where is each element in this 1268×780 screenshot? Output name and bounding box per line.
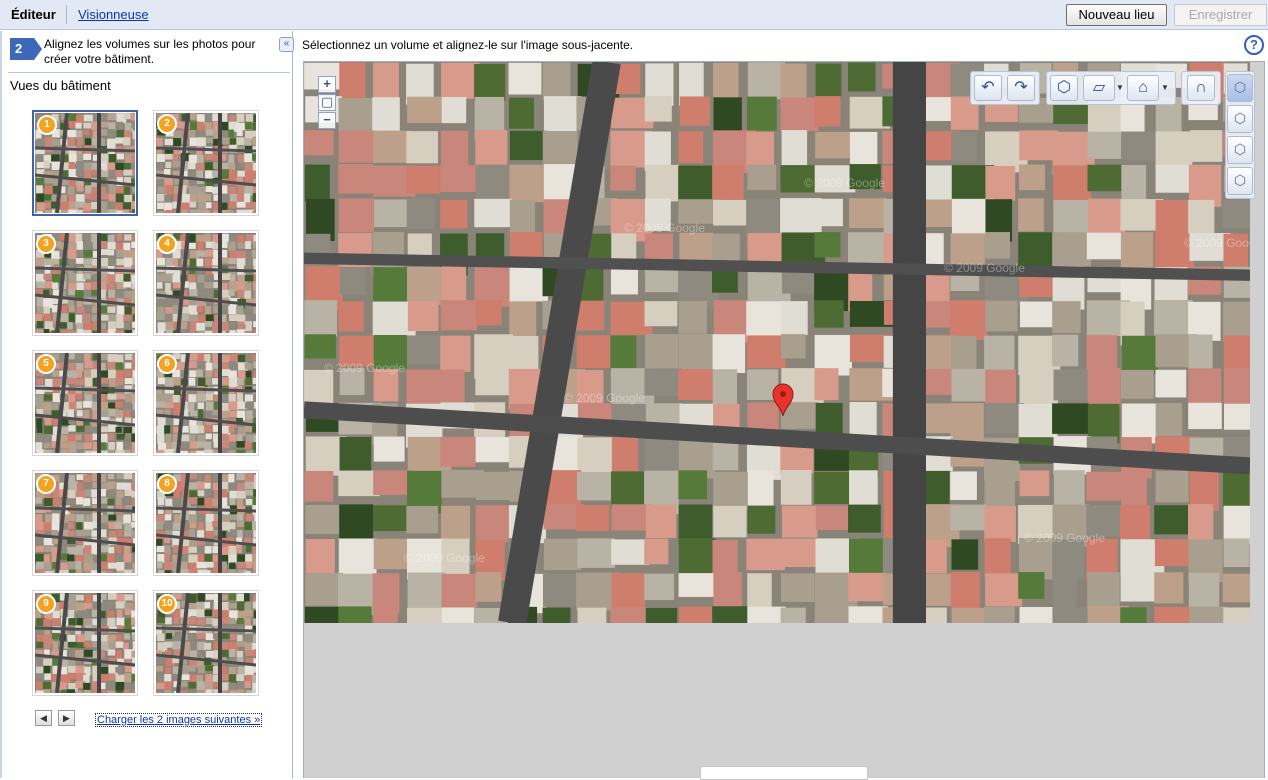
thumbnail-number-badge: 5	[36, 354, 56, 374]
thumbnail-7[interactable]: 7	[32, 470, 138, 576]
google-watermark: © 2009 Google	[1184, 236, 1250, 250]
thumbnail-number-badge: 2	[157, 114, 177, 134]
thumbnail-number-badge: 8	[157, 474, 177, 494]
aerial-photo[interactable]: © 2009 Google © 2009 Google © 2009 Google ©…	[304, 62, 1250, 623]
google-watermark: © 2009 Google	[624, 221, 705, 235]
location-marker-icon[interactable]	[771, 383, 795, 417]
zoom-control: + ▢ −	[318, 76, 336, 132]
thumbnail-9[interactable]: 9	[32, 590, 138, 696]
view-box-1-icon[interactable]: ⬡	[1227, 74, 1253, 102]
view-box-2-icon[interactable]: ⬡	[1227, 105, 1253, 133]
roof-icon[interactable]: ⌂	[1127, 75, 1159, 101]
google-watermark: © 2009 Google	[804, 176, 885, 190]
instruction-text: Sélectionnez un volume et alignez-le sur…	[302, 38, 634, 52]
view-toolbar: ⬡ ⬡ ⬡ ⬡	[1225, 71, 1255, 199]
save-button[interactable]: Enregistrer	[1174, 4, 1267, 26]
thumbnail-number-badge: 6	[157, 354, 177, 374]
collapse-panel-button[interactable]: «	[279, 37, 294, 52]
undo-icon[interactable]: ↶	[974, 75, 1002, 101]
google-watermark: © 2009 Google	[944, 261, 1025, 275]
tab-editor[interactable]: Éditeur	[11, 7, 56, 22]
next-images-button[interactable]: ▶	[58, 710, 75, 726]
shape-toolbar: ⬡ ▱ ▼ ⌂ ▼	[1046, 71, 1176, 105]
thumbnail-4[interactable]: 4	[153, 230, 259, 336]
building-views-title: Vues du bâtiment	[10, 78, 111, 93]
previous-images-button[interactable]: ◀	[35, 710, 52, 726]
help-icon[interactable]: ?	[1244, 35, 1264, 55]
snap-toolbar: ∩	[1181, 71, 1221, 105]
view-box-4-icon[interactable]: ⬡	[1227, 167, 1253, 195]
tab-viewer[interactable]: Visionneuse	[78, 7, 149, 22]
step-instructions: Alignez les volumes sur les photos pour …	[44, 37, 256, 66]
thumbnail-6[interactable]: 6	[153, 350, 259, 456]
thumbnail-5[interactable]: 5	[32, 350, 138, 456]
thumbnail-2[interactable]: 2	[153, 110, 259, 216]
google-watermark: © 2009 Google	[324, 361, 405, 375]
zoom-out-button[interactable]: −	[318, 112, 336, 129]
top-bar: Éditeur Visionneuse Nouveau lieu Enregis…	[0, 0, 1268, 30]
plane-icon[interactable]: ▱	[1083, 75, 1115, 101]
google-watermark: © 2009 Google	[564, 391, 645, 405]
step-badge: 2	[10, 38, 42, 60]
thumbnail-number-badge: 3	[36, 234, 56, 254]
thumbnail-8[interactable]: 8	[153, 470, 259, 576]
google-watermark: © 2009 Google	[1024, 531, 1105, 545]
redo-icon[interactable]: ↷	[1007, 75, 1035, 101]
history-toolbar: ↶ ↷	[970, 71, 1040, 105]
thumbnail-number-badge: 9	[36, 594, 56, 614]
thumbnail-1[interactable]: 1	[32, 110, 138, 216]
editor-viewport: © 2009 Google © 2009 Google © 2009 Google ©…	[303, 61, 1265, 780]
panel-divider	[8, 72, 290, 73]
google-watermark: © 2009 Google	[404, 551, 485, 565]
plane-dropdown-icon[interactable]: ▼	[1115, 75, 1125, 101]
load-more-images-link[interactable]: Charger les 2 images suivantes »	[95, 713, 263, 727]
thumbnail-number-badge: 1	[37, 115, 57, 135]
thumbnail-number-badge: 4	[157, 234, 177, 254]
zoom-in-button[interactable]: +	[318, 76, 336, 93]
thumbnail-10[interactable]: 10	[153, 590, 259, 696]
thumbnail-number-badge: 7	[36, 474, 56, 494]
aerial-photo-drawing: © 2009 Google © 2009 Google © 2009 Google ©…	[304, 62, 1250, 623]
zoom-reset-button[interactable]: ▢	[318, 94, 336, 111]
new-place-button[interactable]: Nouveau lieu	[1066, 4, 1167, 26]
thumbnail-3[interactable]: 3	[32, 230, 138, 336]
box-icon[interactable]: ⬡	[1050, 75, 1078, 101]
roof-dropdown-icon[interactable]: ▼	[1160, 75, 1170, 101]
left-panel: 2 Alignez les volumes sur les photos pou…	[0, 31, 294, 778]
tab-divider	[66, 5, 67, 24]
thumbnail-number-badge: 10	[157, 594, 177, 614]
view-box-3-icon[interactable]: ⬡	[1227, 136, 1253, 164]
magnet-icon[interactable]: ∩	[1187, 75, 1215, 101]
